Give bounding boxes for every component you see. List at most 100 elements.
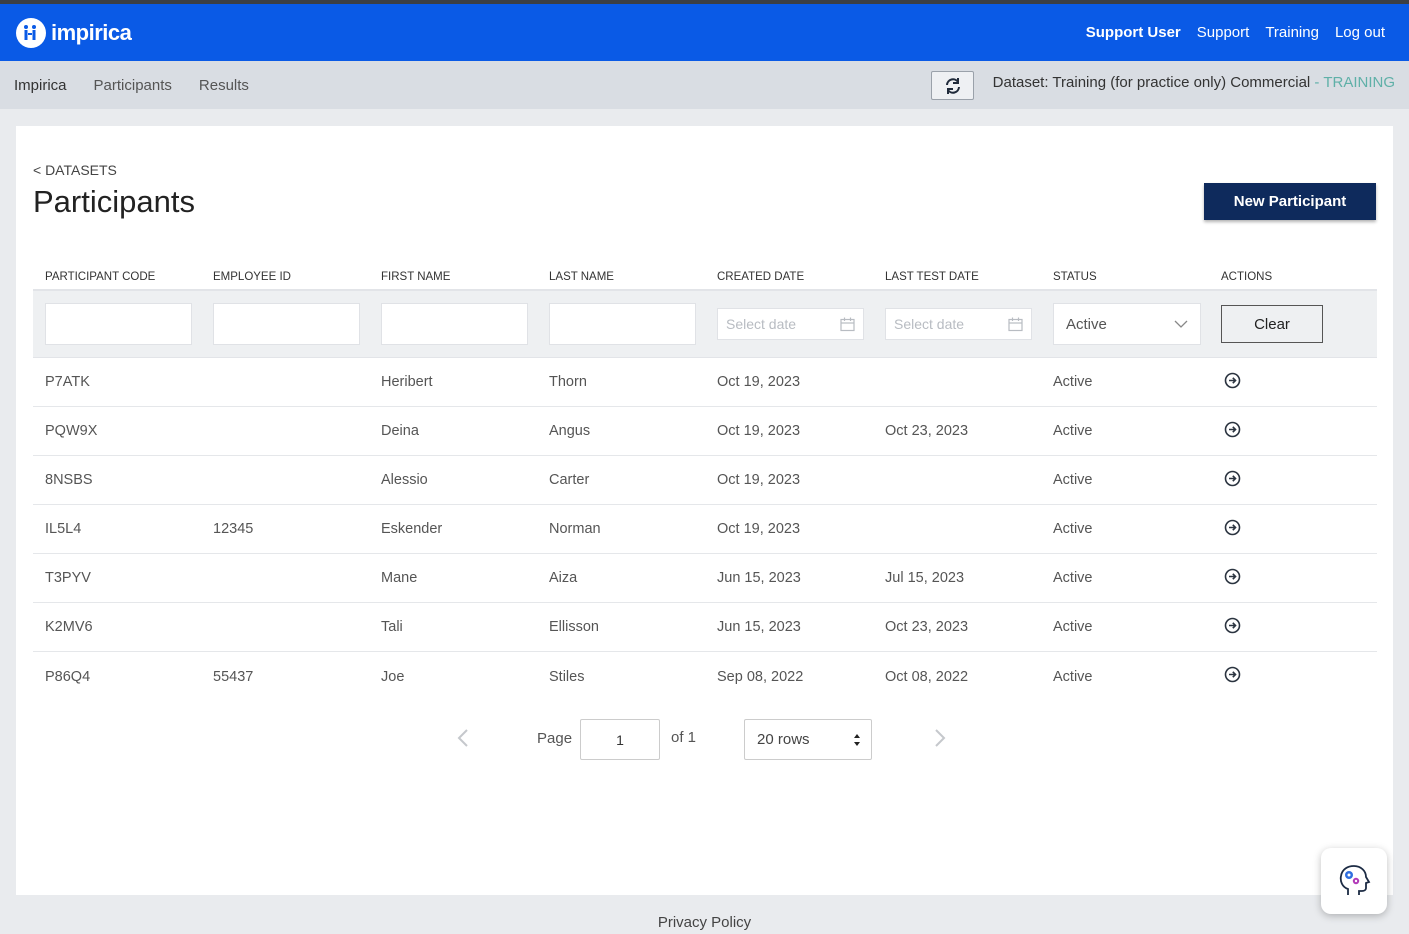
cell-participant-code: T3PYV xyxy=(45,570,91,586)
dataset-indicator: Dataset: Training (for practice only) Co… xyxy=(993,74,1395,91)
table-body: P7ATK Heribert Thorn Oct 19, 2023 Active PQW9… xyxy=(33,358,1377,701)
table-row[interactable]: PQW9X Deina Angus Oct 19, 2023 Oct 23, 2023 A… xyxy=(33,407,1377,456)
open-participant-icon[interactable] xyxy=(1224,617,1241,634)
top-bar: impirica Support User Support Training L… xyxy=(0,4,1409,61)
column-created-date[interactable]: CREATED DATE xyxy=(705,264,873,289)
cell-created-date: Oct 19, 2023 xyxy=(717,521,801,537)
chevron-left-icon xyxy=(457,729,468,747)
cell-last-name: Ellisson xyxy=(549,619,599,635)
cell-created-date: Jun 15, 2023 xyxy=(717,570,801,586)
cell-status: Active xyxy=(1053,423,1093,439)
rows-per-page-value: 20 rows xyxy=(757,731,810,748)
table-row[interactable]: 8NSBS Alessio Carter Oct 19, 2023 Active xyxy=(33,456,1377,505)
cell-last-test-date: Oct 23, 2023 xyxy=(885,619,969,635)
cell-participant-code: 8NSBS xyxy=(45,472,93,488)
footer: Privacy Policy xyxy=(0,914,1409,931)
open-participant-icon[interactable] xyxy=(1224,519,1241,536)
chevron-down-icon xyxy=(1174,320,1188,328)
logout-link[interactable]: Log out xyxy=(1335,24,1385,41)
filter-participant-code-input[interactable] xyxy=(45,303,192,345)
cell-last-name: Carter xyxy=(549,472,590,488)
cell-participant-code: PQW9X xyxy=(45,423,98,439)
table-row[interactable]: T3PYV Mane Aiza Jun 15, 2023 Jul 15, 2023 Act… xyxy=(33,554,1377,603)
help-assistant-button[interactable] xyxy=(1321,848,1387,914)
page-number-input[interactable] xyxy=(580,719,660,760)
column-first-name[interactable]: FIRST NAME xyxy=(369,264,537,289)
cell-last-test-date: Oct 08, 2022 xyxy=(885,668,969,685)
nav-item-impirica[interactable]: Impirica xyxy=(14,77,67,94)
sub-navigation: Impirica Participants Results Dataset: T… xyxy=(0,61,1409,109)
open-participant-icon[interactable] xyxy=(1224,421,1241,438)
chevron-right-icon xyxy=(935,729,946,747)
cell-created-date: Sep 08, 2022 xyxy=(717,668,804,685)
new-participant-button[interactable]: New Participant xyxy=(1204,183,1376,220)
table-row[interactable]: K2MV6 Tali Ellisson Jun 15, 2023 Oct 23, 202… xyxy=(33,603,1377,652)
cell-status: Active xyxy=(1053,374,1093,390)
cell-status: Active xyxy=(1053,570,1093,586)
cell-created-date: Oct 19, 2023 xyxy=(717,423,801,439)
filter-last-test-date-picker[interactable]: Select date xyxy=(885,308,1032,340)
table-row[interactable]: P86Q4 55437 Joe Stiles Sep 08, 2022 Oct 08, 2… xyxy=(33,652,1377,701)
cell-created-date: Jun 15, 2023 xyxy=(717,619,801,635)
cell-employee-id: 55437 xyxy=(213,668,254,685)
cell-first-name: Heribert xyxy=(381,374,433,390)
filter-last-name-input[interactable] xyxy=(549,303,696,345)
impirica-logo[interactable]: impirica xyxy=(16,17,132,48)
nav-item-results[interactable]: Results xyxy=(199,77,249,94)
column-participant-code[interactable]: PARTICIPANT CODE xyxy=(33,264,201,289)
nav-item-participants[interactable]: Participants xyxy=(94,77,172,94)
filter-status-select[interactable]: Active xyxy=(1053,303,1201,345)
filter-created-date-picker[interactable]: Select date xyxy=(717,308,864,340)
clear-filters-button[interactable]: Clear xyxy=(1221,305,1323,343)
filter-first-name-input[interactable] xyxy=(381,303,528,345)
prev-page-button[interactable] xyxy=(457,728,469,753)
cell-participant-code: P7ATK xyxy=(45,374,90,390)
sort-updown-icon xyxy=(854,733,860,746)
cell-participant-code: IL5L4 xyxy=(45,521,82,537)
cell-status: Active xyxy=(1053,472,1093,488)
rows-per-page-select[interactable]: 20 rows xyxy=(744,719,872,760)
cell-first-name: Tali xyxy=(381,619,403,635)
open-participant-icon[interactable] xyxy=(1224,666,1241,683)
column-last-name[interactable]: LAST NAME xyxy=(537,264,705,289)
cell-first-name: Alessio xyxy=(381,472,428,488)
last-test-date-placeholder: Select date xyxy=(894,316,965,332)
open-participant-icon[interactable] xyxy=(1224,568,1241,585)
user-menu-link[interactable]: Support User xyxy=(1086,24,1181,41)
refresh-button[interactable] xyxy=(931,71,974,100)
open-participant-icon[interactable] xyxy=(1224,372,1241,389)
cell-first-name: Mane xyxy=(381,570,418,586)
cell-last-name: Angus xyxy=(549,423,591,439)
cell-actions xyxy=(1209,568,1377,589)
open-participant-icon[interactable] xyxy=(1224,470,1241,487)
cell-participant-code: K2MV6 xyxy=(45,619,93,635)
next-page-button[interactable] xyxy=(934,728,946,753)
privacy-policy-link[interactable]: Privacy Policy xyxy=(658,914,751,931)
cell-status: Active xyxy=(1053,619,1093,635)
dataset-label: Dataset: Training (for practice only) Co… xyxy=(992,74,1311,91)
cell-first-name: Deina xyxy=(381,423,419,439)
column-employee-id[interactable]: EMPLOYEE ID xyxy=(201,264,369,289)
cell-last-test-date: Oct 23, 2023 xyxy=(885,423,969,439)
cell-last-test-date: Jul 15, 2023 xyxy=(885,570,965,586)
table-row[interactable]: IL5L4 12345 Eskender Norman Oct 19, 2023 Acti… xyxy=(33,505,1377,554)
column-status[interactable]: STATUS xyxy=(1041,264,1209,289)
cell-created-date: Oct 19, 2023 xyxy=(717,472,801,488)
cell-first-name: Joe xyxy=(381,668,405,685)
training-link[interactable]: Training xyxy=(1265,24,1319,41)
filter-employee-id-input[interactable] xyxy=(213,303,360,345)
table-row[interactable]: P7ATK Heribert Thorn Oct 19, 2023 Active xyxy=(33,358,1377,407)
cell-last-name: Aiza xyxy=(549,570,578,586)
cell-actions xyxy=(1209,617,1377,638)
breadcrumb-datasets[interactable]: < DATASETS xyxy=(33,162,117,178)
top-links: Support User Support Training Log out xyxy=(1086,24,1393,41)
cell-participant-code: P86Q4 xyxy=(45,668,91,685)
cell-actions xyxy=(1209,519,1377,540)
cell-status: Active xyxy=(1053,668,1093,685)
cell-last-name: Stiles xyxy=(549,668,585,685)
refresh-icon xyxy=(945,77,960,94)
pagination: Page of 1 20 rows xyxy=(16,718,1393,760)
cell-first-name: Eskender xyxy=(381,521,443,537)
column-last-test-date[interactable]: LAST TEST DATE xyxy=(873,264,1041,289)
support-link[interactable]: Support xyxy=(1197,24,1250,41)
